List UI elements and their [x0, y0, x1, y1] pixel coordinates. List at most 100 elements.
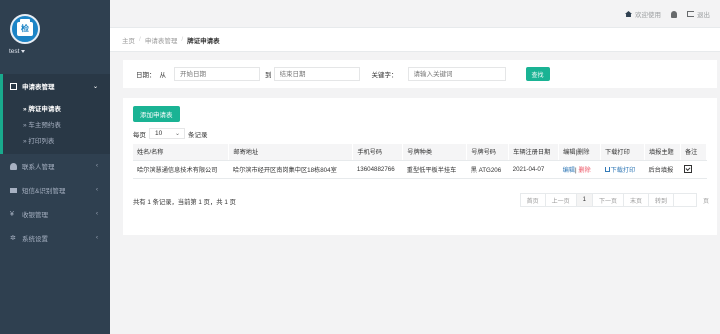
envelope-icon: [10, 187, 17, 193]
column-header[interactable]: 姓名/名称: [133, 144, 230, 161]
cell-note: [680, 160, 707, 179]
submenu-application: » 牌证申请表 » 车主预约表 » 打印列表: [0, 98, 110, 154]
jump-page-input[interactable]: [672, 193, 697, 207]
logout-text: 退出: [697, 12, 710, 19]
perpage-prefix: 每页: [133, 131, 146, 139]
user-icon: [10, 162, 17, 170]
welcome-text: 欢迎使用: [635, 12, 661, 19]
cell-phone: 13604882766: [352, 160, 403, 179]
breadcrumb-home[interactable]: 主页: [122, 35, 135, 45]
application-table: 姓名/名称 邮寄地址 手机号码 号牌种类 号牌号码 车辆注册日期 编辑|删除 下…: [133, 144, 708, 179]
menu-sms[interactable]: 短信&识别管理 ‹: [0, 178, 110, 202]
column-header[interactable]: 编辑|删除: [558, 144, 602, 161]
add-application-button[interactable]: 添加申请表: [133, 106, 180, 122]
prev-page-button[interactable]: 上一页: [544, 193, 577, 207]
welcome-link[interactable]: 欢迎使用: [625, 9, 661, 19]
column-header[interactable]: 车辆注册日期: [508, 144, 560, 161]
yen-icon: ¥: [10, 210, 14, 218]
last-page-button[interactable]: 末页: [622, 193, 649, 207]
first-page-button[interactable]: 首页: [519, 193, 546, 207]
cell-subject: 后台填报: [644, 160, 681, 179]
menu-label: 收银管理: [22, 212, 48, 219]
sidebar: 检 test 申请表管理 ⌄ » 牌证申请表 » 车主预约表 » 打印列表 联系…: [0, 0, 110, 334]
breadcrumb-separator: /: [139, 36, 141, 43]
to-label: 到: [265, 72, 272, 79]
column-header[interactable]: 填报主题: [644, 144, 681, 161]
jump-button[interactable]: 转到: [647, 193, 674, 207]
column-header[interactable]: 号牌号码: [466, 144, 510, 161]
user-menu[interactable]: test: [9, 48, 26, 55]
cell-address: 哈尔滨市经开区南岗集中区18栋804室: [228, 160, 353, 179]
from-label: 从: [159, 72, 167, 79]
column-header[interactable]: 号牌种类: [402, 144, 468, 161]
breadcrumb-separator: /: [181, 36, 184, 43]
chevron-left-icon: ‹: [96, 163, 98, 169]
page-size-select[interactable]: 10 ⌄: [149, 128, 185, 139]
column-header[interactable]: 备注: [680, 144, 708, 161]
logout-icon: [687, 11, 694, 17]
bell-icon: [671, 10, 677, 18]
pagination: 首页 上一页 1 下一页 末页 转到 页: [519, 193, 709, 207]
sidebar-menu: 申请表管理 ⌄ » 牌证申请表 » 车主预约表 » 打印列表 联系人管理 ‹ 短…: [0, 74, 110, 250]
search-button[interactable]: 查找: [525, 67, 550, 81]
table-header-row: 姓名/名称 邮寄地址 手机号码 号牌种类 号牌号码 车辆注册日期 编辑|删除 下…: [133, 144, 708, 161]
note-edit-icon[interactable]: [684, 165, 693, 173]
menu-label: 系统设置: [22, 236, 48, 243]
column-header[interactable]: 手机号码: [352, 144, 404, 161]
pagination-summary: 共有 1 条记录，当前第 1 页，共 1 页: [133, 199, 236, 206]
chevron-left-icon: ‹: [96, 211, 98, 217]
cell-reg-date: 2021-04-07: [508, 160, 559, 179]
delete-link[interactable]: 删除: [578, 167, 590, 174]
menu-label: 申请表管理: [22, 84, 55, 91]
page-size-value: 10: [155, 130, 163, 137]
cell-plate-type: 重型低平板半挂车: [402, 160, 467, 179]
cell-actions: 编辑| 删除: [558, 160, 601, 179]
current-page[interactable]: 1: [575, 193, 593, 207]
menu-application-management[interactable]: 申请表管理 ⌄: [0, 74, 110, 98]
edit-link[interactable]: 编辑: [563, 167, 575, 174]
menu-cashier[interactable]: ¥ 收银管理 ‹: [0, 202, 110, 226]
chevron-left-icon: ‹: [96, 187, 98, 193]
app-logo: 检: [10, 14, 40, 44]
sidebar-item-print-list[interactable]: » 打印列表: [3, 132, 110, 148]
sidebar-item-license-application[interactable]: » 牌证申请表: [3, 100, 110, 116]
print-icon: [604, 167, 610, 173]
menu-label: 短信&识别管理: [22, 188, 66, 195]
chevron-down-icon: ⌄: [92, 84, 98, 90]
cell-plate-no: 黑 ATG206: [466, 160, 509, 179]
chevron-left-icon: ‹: [96, 235, 98, 241]
user-name: test: [9, 48, 20, 55]
breadcrumb-parent[interactable]: 申请表管理: [145, 35, 178, 45]
menu-label: 联系人管理: [22, 164, 55, 171]
sidebar-item-owner-appointment[interactable]: » 车主预约表: [3, 116, 110, 132]
perpage-suffix: 条记录: [188, 131, 208, 139]
notification-button[interactable]: [671, 10, 677, 18]
cell-download: 下载打印: [600, 160, 645, 179]
table-row: 哈尔滨慧通信息技术有限公司 哈尔滨市经开区南岗集中区18栋804室 136048…: [133, 160, 707, 179]
search-panel: 日期： 从 到 关键字： 查找: [123, 60, 717, 88]
gear-icon: ✲: [10, 234, 16, 242]
download-print-label: 下载打印: [610, 166, 636, 174]
column-header[interactable]: 邮寄地址: [228, 144, 354, 161]
breadcrumb: 主页 / 申请表管理 / 牌证申请表: [110, 28, 720, 52]
menu-contacts[interactable]: 联系人管理 ‹: [0, 154, 110, 178]
menu-settings[interactable]: ✲ 系统设置 ‹: [0, 226, 110, 250]
chevron-down-icon: ⌄: [174, 131, 180, 137]
start-date-input[interactable]: [174, 67, 260, 81]
date-label: 日期：: [136, 72, 156, 79]
column-header[interactable]: 下载打印: [600, 144, 645, 161]
keyword-label: 关键字：: [371, 72, 398, 79]
action-separator: |: [574, 166, 577, 174]
keyword-input[interactable]: [407, 67, 506, 81]
page-size-control: 每页 10 ⌄ 条记录: [133, 128, 208, 139]
top-navbar: 欢迎使用 退出: [110, 0, 720, 28]
logout-link[interactable]: 退出: [687, 9, 710, 19]
home-icon: [625, 11, 632, 17]
cell-name: 哈尔滨慧通信息技术有限公司: [133, 160, 229, 179]
caret-down-icon: [21, 49, 26, 53]
next-page-button[interactable]: 下一页: [591, 193, 624, 207]
logo-text: 检: [21, 24, 29, 33]
end-date-input[interactable]: [273, 67, 360, 81]
download-print-link[interactable]: 下载打印: [604, 166, 636, 174]
page-suffix: 页: [702, 198, 709, 205]
